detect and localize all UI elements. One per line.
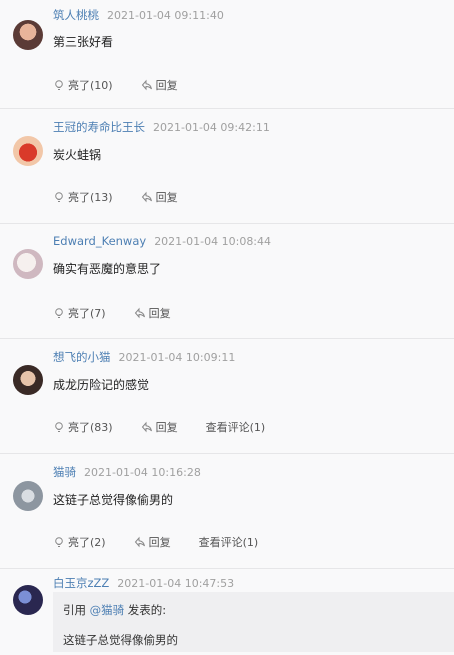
- reply-label: 回复: [155, 421, 178, 434]
- timestamp: 2021-01-04 09:11:40: [107, 9, 224, 22]
- reply-icon: [134, 307, 145, 319]
- view-comments-label: 查看评论(1): [205, 421, 266, 434]
- reply-button[interactable]: 回复: [141, 77, 178, 93]
- reply-icon: [141, 79, 152, 91]
- view-comments-button[interactable]: 查看评论(1): [206, 419, 266, 435]
- reply-label: 回复: [148, 536, 171, 549]
- like-count: 亮了(7): [68, 307, 106, 320]
- avatar[interactable]: [13, 136, 43, 166]
- like-button[interactable]: 亮了(2): [53, 534, 106, 550]
- like-count: 亮了(10): [68, 79, 113, 92]
- like-button[interactable]: 亮了(13): [53, 189, 113, 205]
- comment-item: 王冠的寿命比王长 2021-01-04 09:42:11 炭火蛙锅 亮了(13) …: [0, 109, 454, 224]
- like-count: 亮了(83): [68, 421, 113, 434]
- reply-label: 回复: [148, 307, 171, 320]
- reply-button[interactable]: 回复: [134, 534, 171, 550]
- light-bulb-icon: [55, 192, 63, 202]
- reply-button[interactable]: 回复: [141, 189, 178, 205]
- light-bulb-icon: [55, 80, 63, 90]
- view-comments-label: 查看评论(1): [198, 536, 259, 549]
- comment-item: 筑人桃桃 2021-01-04 09:11:40 第三张好看 亮了(10) 回复: [0, 0, 454, 109]
- light-bulb-icon: [55, 308, 63, 318]
- like-button[interactable]: 亮了(83): [53, 419, 113, 435]
- username[interactable]: 筑人桃桃: [53, 8, 99, 22]
- like-count: 亮了(2): [68, 536, 106, 549]
- timestamp: 2021-01-04 10:09:11: [118, 351, 236, 364]
- comment-text: 炭火蛙锅: [53, 148, 102, 162]
- reply-icon: [141, 191, 152, 203]
- reply-button[interactable]: 回复: [134, 305, 171, 321]
- reply-label: 回复: [155, 191, 178, 204]
- comment-item: Edward_Kenway 2021-01-04 10:08:44 确实有恶魔的意…: [0, 224, 454, 339]
- reply-icon: [141, 421, 152, 433]
- timestamp: 2021-01-04 10:08:44: [154, 235, 272, 248]
- quote-suffix: 发表的:: [124, 603, 167, 617]
- avatar[interactable]: [13, 249, 43, 279]
- timestamp: 2021-01-04 09:42:11: [153, 121, 270, 134]
- like-button[interactable]: 亮了(10): [53, 77, 113, 93]
- reply-icon: [134, 536, 145, 548]
- timestamp: 2021-01-04 10:47:53: [117, 577, 235, 590]
- comment-text: 这链子总觉得像偷男的: [53, 493, 174, 507]
- reply-button[interactable]: 回复: [141, 419, 178, 435]
- comment-text: 第三张好看: [53, 35, 114, 49]
- comment-text: 确实有恶魔的意思了: [53, 262, 162, 276]
- avatar[interactable]: [13, 365, 43, 395]
- view-comments-button[interactable]: 查看评论(1): [199, 534, 259, 550]
- quote-prefix: 引用: [63, 603, 90, 617]
- avatar[interactable]: [13, 585, 43, 615]
- comment-item: 想飞的小猫 2021-01-04 10:09:11 成龙历险记的感觉 亮了(83)…: [0, 339, 454, 454]
- mention-link[interactable]: @猫骑: [90, 603, 125, 617]
- quoted-comment: 引用 @猫骑 发表的: 这链子总觉得像偷男的: [53, 592, 454, 652]
- username[interactable]: 白玉京zZZ: [53, 576, 109, 590]
- like-button[interactable]: 亮了(7): [53, 305, 106, 321]
- quote-text: 这链子总觉得像偷男的: [63, 633, 178, 647]
- quote-header: 引用 @猫骑 发表的:: [63, 602, 444, 618]
- timestamp: 2021-01-04 10:16:28: [84, 466, 201, 479]
- username[interactable]: 王冠的寿命比王长: [53, 120, 145, 134]
- light-bulb-icon: [55, 422, 63, 432]
- username[interactable]: Edward_Kenway: [53, 234, 146, 248]
- username[interactable]: 想飞的小猫: [53, 350, 111, 364]
- username[interactable]: 猫骑: [53, 465, 76, 479]
- avatar[interactable]: [13, 481, 43, 511]
- light-bulb-icon: [55, 537, 63, 547]
- comment-item: 猫骑 2021-01-04 10:16:28 这链子总觉得像偷男的 亮了(2) 回…: [0, 454, 454, 569]
- comment-text: 成龙历险记的感觉: [53, 378, 150, 392]
- avatar[interactable]: [13, 20, 43, 50]
- reply-label: 回复: [155, 79, 178, 92]
- like-count: 亮了(13): [68, 191, 113, 204]
